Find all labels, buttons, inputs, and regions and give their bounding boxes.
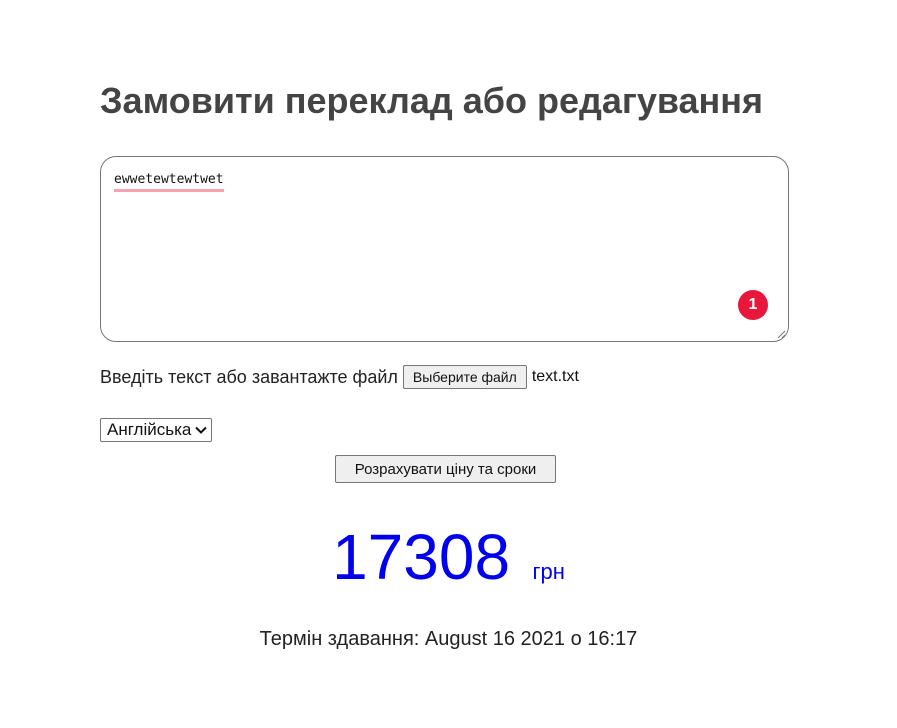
deadline-text: Термін здавання: August 16 2021 о 16:17 (0, 628, 897, 651)
page-title: Замовити переклад або редагування (100, 80, 764, 121)
file-upload-row: Введіть текст або завантажте файл Выбери… (100, 365, 579, 389)
file-upload-label: Введіть текст або завантажте файл (100, 366, 398, 387)
chevron-down-icon (195, 426, 208, 434)
selected-file-name: text.txt (531, 368, 579, 385)
deadline-label: Термін здавання: (259, 628, 420, 650)
text-input-value: ewwetewtewtwet (114, 171, 224, 192)
price-currency: грн (532, 559, 565, 584)
choose-file-button[interactable]: Выберите файл (402, 365, 527, 389)
calculate-price-button[interactable]: Розрахувати ціну та сроки (335, 455, 556, 483)
order-page: Замовити переклад або редагування ewwete… (0, 0, 897, 728)
price-display: 17308 грн (0, 520, 897, 594)
resize-handle-icon[interactable] (776, 329, 786, 339)
text-input-area[interactable]: ewwetewtewtwet 1 (100, 156, 789, 342)
notification-badge[interactable]: 1 (738, 290, 768, 320)
language-select[interactable]: Англійська (100, 418, 213, 442)
price-value: 17308 (332, 521, 511, 593)
language-select-value: Англійська (107, 420, 192, 439)
deadline-value: August 16 2021 о 16:17 (424, 628, 638, 650)
